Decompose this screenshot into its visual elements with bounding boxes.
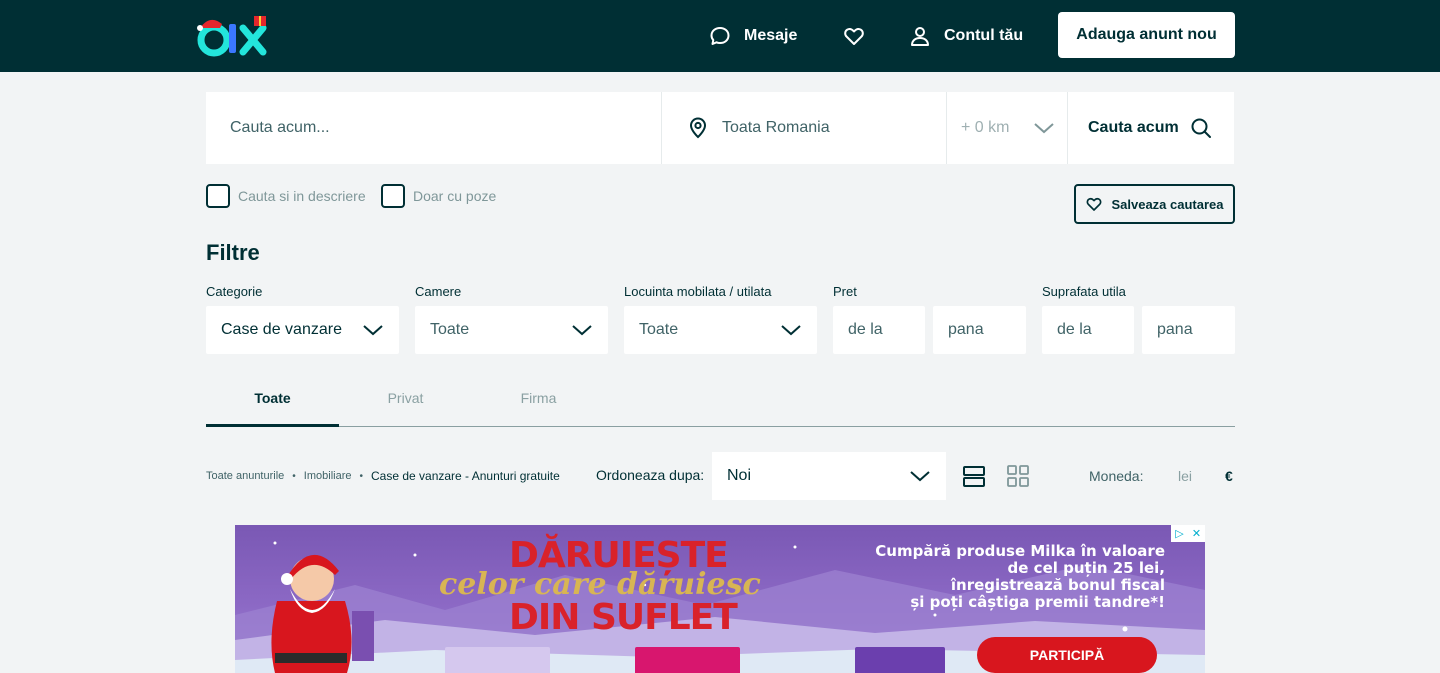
account-label: Contul tău [944, 27, 1024, 44]
price-filter-label: Pret [833, 284, 857, 299]
post-ad-button[interactable]: Adauga anunt nou [1058, 12, 1235, 58]
location-pin-icon [689, 117, 707, 139]
area-from-input[interactable]: de la [1042, 306, 1134, 354]
price-to-placeholder: pana [948, 321, 984, 338]
rooms-filter-value: Toate [430, 321, 470, 338]
furnished-filter-value: Toate [639, 321, 679, 338]
favorites-link[interactable] [842, 22, 866, 50]
filters-title: Filtre [206, 240, 260, 265]
messages-label: Mesaje [744, 27, 798, 44]
heart-icon [1087, 197, 1102, 211]
ad-headline-3: DIN SUFLET [509, 597, 738, 638]
area-to-input[interactable]: pana [1142, 306, 1235, 354]
chevron-down-icon [572, 325, 592, 336]
breadcrumb-item-real-estate[interactable]: Imobiliare [304, 470, 352, 482]
search-button[interactable]: Cauta acum [1068, 92, 1234, 164]
sort-select[interactable]: Noi [712, 452, 946, 500]
chat-icon [710, 27, 730, 45]
furnished-filter-select[interactable]: Toate [624, 306, 817, 354]
grid-view-icon[interactable] [1006, 464, 1030, 488]
rooms-filter-label: Camere [415, 284, 462, 299]
price-from-input[interactable]: de la [833, 306, 925, 354]
breadcrumb: Toate anunturile • Imobiliare • Case de … [206, 469, 560, 483]
area-filter-label: Suprafata utila [1042, 284, 1126, 299]
currency-label: Moneda: [1089, 468, 1144, 484]
chevron-down-icon [910, 471, 930, 482]
ad-body-line: și poți câștiga premii tandre*! [910, 593, 1165, 611]
search-in-description-checkbox[interactable]: Cauta si in descriere [206, 184, 366, 208]
close-icon[interactable]: ✕ [1188, 525, 1205, 542]
currency-eur-option[interactable]: € [1225, 468, 1233, 484]
ad-product-milka-box [855, 647, 945, 673]
search-bar: Cauta acum... Toata Romania + 0 km Cauta… [206, 92, 1234, 164]
account-link[interactable]: Contul tău [908, 22, 1023, 50]
seller-type-tabs: Toate Privat Firma [206, 380, 1235, 427]
chevron-down-icon [363, 325, 383, 336]
ad-body-line: de cel puțin 25 lei, [1007, 559, 1165, 577]
ad-product-gift [635, 647, 740, 673]
search-input[interactable]: Cauta acum... [206, 92, 662, 164]
tab-private[interactable]: Privat [339, 390, 472, 427]
ad-product-voucher [445, 647, 550, 673]
ad-body-line: Cumpără produse Milka în valoare [875, 542, 1165, 560]
photos-only-checkbox[interactable]: Doar cu poze [381, 184, 496, 208]
save-search-label: Salveaza cautarea [1111, 196, 1224, 212]
category-filter-select[interactable]: Case de vanzare [206, 306, 399, 354]
ad-participate-button[interactable]: PARTICIPĂ [977, 637, 1157, 673]
santa-claus-illustration [271, 554, 374, 673]
messages-link[interactable]: Mesaje [708, 22, 797, 50]
ad-controls: ▷ ✕ [1171, 525, 1205, 542]
sort-value: Noi [727, 467, 752, 484]
area-from-placeholder: de la [1057, 321, 1092, 338]
area-to-placeholder: pana [1157, 321, 1193, 338]
price-from-placeholder: de la [848, 321, 883, 338]
search-placeholder: Cauta acum... [230, 119, 330, 136]
radius-value: + 0 km [961, 119, 1010, 136]
rooms-filter-select[interactable]: Toate [415, 306, 608, 354]
search-icon [1191, 118, 1211, 138]
breadcrumb-item-all[interactable]: Toate anunturile [206, 470, 284, 482]
checkbox-label: Cauta si in descriere [238, 188, 366, 204]
breadcrumb-separator: • [359, 470, 363, 482]
sort-label: Ordoneaza dupa: [596, 467, 705, 483]
olx-logo[interactable] [196, 14, 270, 58]
heart-icon [844, 28, 864, 45]
ad-banner[interactable]: DĂRUIEȘTE celor care dăruiesc DIN SUFLET… [235, 525, 1205, 673]
chevron-down-icon [1034, 123, 1054, 134]
adchoices-icon[interactable]: ▷ [1171, 525, 1188, 542]
ad-body-line: înregistrează bonul fiscal [950, 576, 1165, 594]
top-navigation-bar: Mesaje Contul tău Adauga anunt nou [0, 0, 1440, 72]
user-icon [911, 27, 929, 46]
category-filter-value: Case de vanzare [221, 321, 342, 338]
ad-body-text: Cumpără produse Milka în valoare de cel … [835, 543, 1165, 611]
save-search-button[interactable]: Salveaza cautarea [1074, 184, 1235, 224]
category-filter-label: Categorie [206, 284, 263, 299]
list-view-icon[interactable] [962, 464, 986, 488]
tab-company[interactable]: Firma [472, 390, 605, 427]
radius-select[interactable]: + 0 km [947, 92, 1068, 164]
tab-all[interactable]: Toate [206, 390, 339, 427]
checkbox-box[interactable] [206, 184, 230, 208]
checkbox-label: Doar cu poze [413, 188, 497, 204]
checkbox-box[interactable] [381, 184, 405, 208]
breadcrumb-separator: • [292, 470, 296, 482]
breadcrumb-item-current: Case de vanzare - Anunturi gratuite [371, 469, 560, 483]
location-value: Toata Romania [722, 119, 830, 136]
currency-lei-option[interactable]: lei [1178, 468, 1192, 484]
search-button-label: Cauta acum [1088, 119, 1179, 136]
location-input[interactable]: Toata Romania [662, 92, 947, 164]
price-to-input[interactable]: pana [933, 306, 1026, 354]
chevron-down-icon [781, 325, 801, 336]
furnished-filter-label: Locuinta mobilata / utilata [624, 284, 772, 299]
